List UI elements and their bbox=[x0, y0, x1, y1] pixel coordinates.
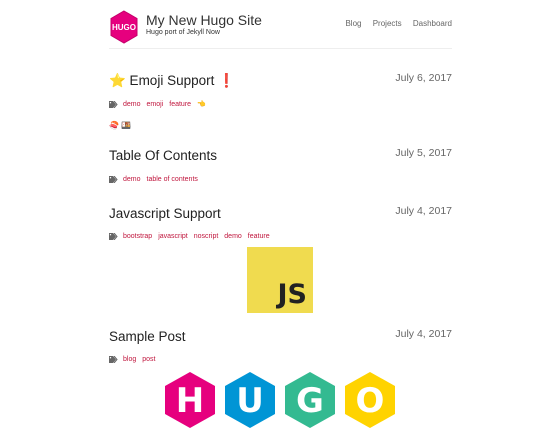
post-date: July 6, 2017 bbox=[395, 72, 452, 84]
post-date: July 4, 2017 bbox=[395, 205, 452, 217]
tag-link[interactable]: bootstrap bbox=[123, 233, 152, 240]
js-logo-text: JS bbox=[277, 279, 308, 310]
tag-link[interactable]: 👈 bbox=[197, 100, 206, 108]
tag-link[interactable]: feature bbox=[169, 101, 191, 108]
site-subtitle: Hugo port of Jekyll Now bbox=[146, 29, 220, 36]
tag-icon bbox=[109, 233, 118, 240]
site-title[interactable]: My New Hugo Site bbox=[146, 12, 262, 28]
tag-link[interactable]: noscript bbox=[194, 233, 219, 240]
site-header: HUGO My New Hugo Site Hugo port of Jekyl… bbox=[109, 10, 452, 48]
post-tags: bootstrap javascript noscript demo featu… bbox=[109, 233, 276, 240]
tag-link[interactable]: table of contents bbox=[147, 176, 198, 183]
emoji-line: 🍣 🍱 bbox=[109, 121, 132, 130]
tag-link[interactable]: blog bbox=[123, 356, 136, 363]
tag-link[interactable]: emoji bbox=[147, 101, 164, 108]
post-date: July 5, 2017 bbox=[395, 147, 452, 159]
svg-text:G: G bbox=[296, 381, 324, 421]
svg-text:O: O bbox=[356, 381, 385, 421]
main-nav: Blog Projects Dashboard bbox=[336, 19, 452, 28]
post-tags: demo table of contents bbox=[109, 176, 204, 183]
tag-icon bbox=[109, 100, 118, 108]
javascript-logo-image: JS bbox=[247, 247, 313, 313]
post-title-sample-post[interactable]: Sample Post bbox=[109, 329, 186, 344]
tag-link[interactable]: post bbox=[142, 356, 155, 363]
tag-link[interactable]: demo bbox=[224, 233, 242, 240]
post-date: July 4, 2017 bbox=[395, 328, 452, 340]
tag-link[interactable]: demo bbox=[123, 176, 141, 183]
nav-projects[interactable]: Projects bbox=[373, 19, 402, 28]
tag-icon bbox=[109, 176, 118, 183]
post-tags: blog post bbox=[109, 356, 161, 363]
hugo-banner-image: H U G O bbox=[165, 372, 395, 428]
post-title-table-of-contents[interactable]: Table Of Contents bbox=[109, 148, 217, 163]
tag-link[interactable]: javascript bbox=[158, 233, 188, 240]
hugo-logo-icon[interactable]: HUGO bbox=[109, 10, 139, 44]
nav-dashboard[interactable]: Dashboard bbox=[413, 19, 452, 28]
tag-link[interactable]: demo bbox=[123, 101, 141, 108]
tag-link[interactable]: feature bbox=[248, 233, 270, 240]
svg-text:H: H bbox=[176, 381, 204, 421]
logo-text: HUGO bbox=[112, 23, 136, 32]
tag-icon bbox=[109, 356, 118, 363]
post-title-javascript-support[interactable]: Javascript Support bbox=[109, 206, 221, 221]
post-tags: demo emoji feature 👈 bbox=[109, 100, 212, 108]
header-divider bbox=[109, 48, 452, 49]
nav-blog[interactable]: Blog bbox=[345, 19, 361, 28]
post-title-emoji-support[interactable]: ⭐ Emoji Support ❗ bbox=[109, 73, 235, 89]
svg-text:U: U bbox=[236, 381, 264, 421]
